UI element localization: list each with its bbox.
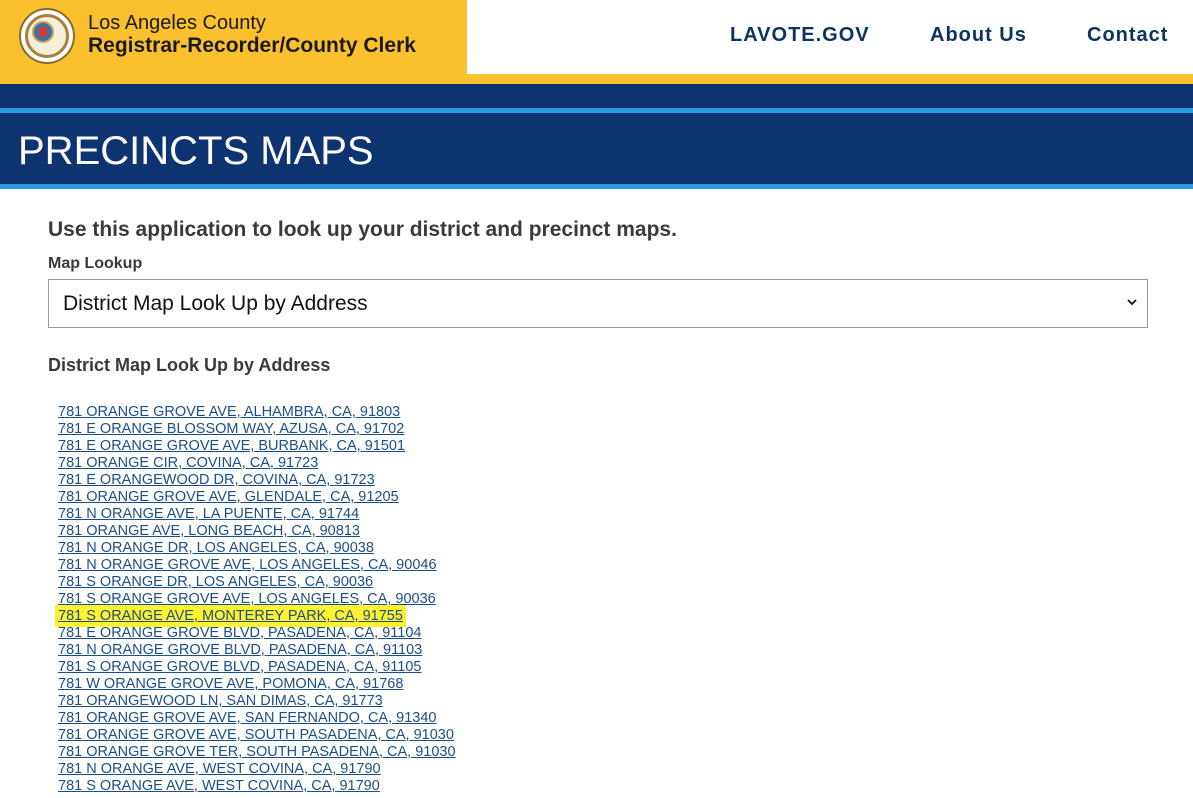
map-lookup-label: Map Lookup xyxy=(48,255,143,272)
county-seal-icon xyxy=(19,8,75,64)
address-result-item: 781 E ORANGE GROVE BLVD, PASADENA, CA, 9… xyxy=(58,625,456,642)
address-result-item: 781 S ORANGE GROVE AVE, LOS ANGELES, CA,… xyxy=(58,591,456,608)
address-result-link[interactable]: 781 ORANGE GROVE AVE, SAN FERNANDO, CA, … xyxy=(58,710,436,726)
address-result-item: 781 W ORANGE GROVE AVE, POMONA, CA, 9176… xyxy=(58,676,456,693)
address-result-item: 781 ORANGEWOOD LN, SAN DIMAS, CA, 91773 xyxy=(58,693,456,710)
chevron-down-icon xyxy=(1127,299,1137,306)
address-result-link[interactable]: 781 S ORANGE DR, LOS ANGELES, CA, 90036 xyxy=(58,574,373,590)
address-result-item: 781 S ORANGE GROVE BLVD, PASADENA, CA, 9… xyxy=(58,659,456,676)
address-result-item: 781 N ORANGE AVE, LA PUENTE, CA, 91744 xyxy=(58,506,456,523)
address-result-item: 781 S ORANGE AVE, MONTEREY PARK, CA, 917… xyxy=(58,608,456,625)
address-result-link[interactable]: 781 N ORANGE GROVE BLVD, PASADENA, CA, 9… xyxy=(58,642,422,658)
brand-block[interactable]: Los Angeles County Registrar-Recorder/Co… xyxy=(0,0,467,84)
address-result-item: 781 N ORANGE GROVE BLVD, PASADENA, CA, 9… xyxy=(58,642,456,659)
address-result-item: 781 ORANGE CIR, COVINA, CA, 91723 xyxy=(58,455,456,472)
address-result-item: 781 ORANGE GROVE AVE, SOUTH PASADENA, CA… xyxy=(58,727,456,744)
address-result-item: 781 ORANGE GROVE AVE, ALHAMBRA, CA, 9180… xyxy=(58,404,456,421)
address-result-item: 781 N ORANGE AVE, WEST COVINA, CA, 91790 xyxy=(58,761,456,778)
address-result-link[interactable]: 781 ORANGE AVE, LONG BEACH, CA, 90813 xyxy=(58,523,360,539)
address-result-link[interactable]: 781 E ORANGE GROVE BLVD, PASADENA, CA, 9… xyxy=(58,625,421,641)
nav-link-lavote[interactable]: LAVOTE.GOV xyxy=(730,24,870,47)
address-result-link[interactable]: 781 S ORANGE AVE, WEST COVINA, CA, 91790 xyxy=(58,778,380,794)
site-header: Los Angeles County Registrar-Recorder/Co… xyxy=(0,0,1193,84)
address-result-link[interactable]: 781 ORANGE CIR, COVINA, CA, 91723 xyxy=(58,455,318,471)
address-result-item: 781 N ORANGE DR, LOS ANGELES, CA, 90038 xyxy=(58,540,456,557)
address-result-link[interactable]: 781 ORANGEWOOD LN, SAN DIMAS, CA, 91773 xyxy=(58,693,383,709)
address-result-item: 781 S ORANGE AVE, WEST COVINA, CA, 91790 xyxy=(58,778,456,795)
address-result-item: 781 ORANGE GROVE AVE, GLENDALE, CA, 9120… xyxy=(58,489,456,506)
intro-text: Use this application to look up your dis… xyxy=(48,218,677,241)
address-result-link[interactable]: 781 E ORANGE BLOSSOM WAY, AZUSA, CA, 917… xyxy=(58,421,404,437)
address-result-item: 781 S ORANGE DR, LOS ANGELES, CA, 90036 xyxy=(58,574,456,591)
address-result-link[interactable]: 781 S ORANGE GROVE BLVD, PASADENA, CA, 9… xyxy=(58,659,421,675)
address-result-link[interactable]: 781 N ORANGE AVE, WEST COVINA, CA, 91790 xyxy=(58,761,381,777)
address-results-list: 781 ORANGE GROVE AVE, ALHAMBRA, CA, 9180… xyxy=(58,404,456,795)
address-result-item: 781 E ORANGE BLOSSOM WAY, AZUSA, CA, 917… xyxy=(58,421,456,438)
address-result-link[interactable]: 781 W ORANGE GROVE AVE, POMONA, CA, 9176… xyxy=(58,676,403,692)
org-name-line2: Registrar-Recorder/County Clerk xyxy=(88,34,416,57)
address-result-link[interactable]: 781 S ORANGE AVE, MONTEREY PARK, CA, 917… xyxy=(58,608,403,624)
light-blue-divider-bottom xyxy=(0,184,1193,189)
address-result-link[interactable]: 781 E ORANGEWOOD DR, COVINA, CA, 91723 xyxy=(58,472,375,488)
address-result-item: 781 E ORANGEWOOD DR, COVINA, CA, 91723 xyxy=(58,472,456,489)
address-result-item: 781 E ORANGE GROVE AVE, BURBANK, CA, 915… xyxy=(58,438,456,455)
page-title: PRECINCTS MAPS xyxy=(18,129,374,173)
map-lookup-select[interactable]: District Map Look Up by Address xyxy=(48,279,1148,328)
address-result-item: 781 ORANGE AVE, LONG BEACH, CA, 90813 xyxy=(58,523,456,540)
section-heading: District Map Look Up by Address xyxy=(48,355,331,375)
header-gold-strip xyxy=(467,74,1193,84)
address-result-item: 781 ORANGE GROVE TER, SOUTH PASADENA, CA… xyxy=(58,744,456,761)
nav-link-about-us[interactable]: About Us xyxy=(930,24,1027,47)
address-result-link[interactable]: 781 ORANGE GROVE TER, SOUTH PASADENA, CA… xyxy=(58,744,456,760)
nav-link-contact[interactable]: Contact xyxy=(1087,24,1168,47)
seal-core xyxy=(32,21,54,43)
map-lookup-selected-value: District Map Look Up by Address xyxy=(63,292,368,315)
address-result-link[interactable]: 781 N ORANGE GROVE AVE, LOS ANGELES, CA,… xyxy=(58,557,437,573)
address-result-item: 781 ORANGE GROVE AVE, SAN FERNANDO, CA, … xyxy=(58,710,456,727)
address-result-link[interactable]: 781 ORANGE GROVE AVE, ALHAMBRA, CA, 9180… xyxy=(58,404,400,420)
address-result-item: 781 N ORANGE GROVE AVE, LOS ANGELES, CA,… xyxy=(58,557,456,574)
org-name-line1: Los Angeles County xyxy=(88,12,266,34)
address-result-link[interactable]: 781 E ORANGE GROVE AVE, BURBANK, CA, 915… xyxy=(58,438,405,454)
address-result-link[interactable]: 781 ORANGE GROVE AVE, SOUTH PASADENA, CA… xyxy=(58,727,454,743)
address-result-link[interactable]: 781 N ORANGE DR, LOS ANGELES, CA, 90038 xyxy=(58,540,374,556)
address-result-link[interactable]: 781 S ORANGE GROVE AVE, LOS ANGELES, CA,… xyxy=(58,591,436,607)
address-result-link[interactable]: 781 ORANGE GROVE AVE, GLENDALE, CA, 9120… xyxy=(58,489,399,505)
address-result-link[interactable]: 781 N ORANGE AVE, LA PUENTE, CA, 91744 xyxy=(58,506,359,522)
navy-band-top xyxy=(0,84,1193,108)
